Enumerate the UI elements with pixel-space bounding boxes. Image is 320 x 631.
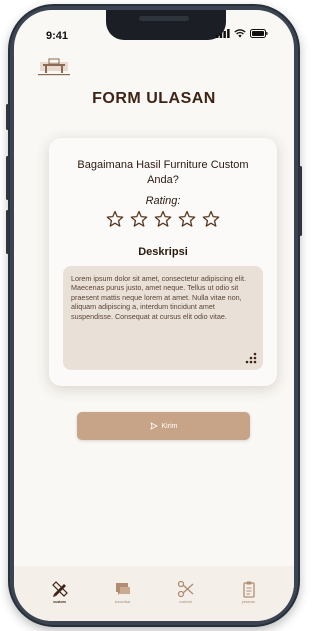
submit-label: Kirim [161,422,178,430]
review-question: Bagaimana Hasil Furniture Custom Anda? [77,159,249,186]
description-label: Deskripsi [138,246,188,258]
volume-down-button [6,210,9,254]
speaker-grille [139,16,189,21]
review-card: Bagaimana Hasil Furniture Custom Anda? R… [49,138,277,386]
tab-material[interactable]: material [166,580,206,604]
bottom-nav: custom konsultasi material pesanan [14,566,294,621]
power-button [299,166,302,236]
wifi-icon [234,29,246,38]
clipboard-icon [242,581,255,598]
status-time: 9:41 [46,30,69,42]
status-icons [216,29,268,38]
tab-label: konsultasi [114,600,131,604]
battery-icon [250,29,268,38]
tab-pesanan[interactable]: pesanan [229,580,269,604]
description-textarea[interactable]: Lorem ipsum dolor sit amet, consectetur … [63,266,263,370]
notch [106,10,226,40]
star-icon[interactable] [202,210,220,228]
rating-label: Rating: [145,195,181,207]
signal-icon [216,29,230,38]
chat-icon [115,583,130,595]
tab-label: custom [53,600,66,604]
mute-switch [6,104,9,130]
scissors-icon [177,580,193,598]
star-icon[interactable] [130,210,148,228]
tab-label: material [179,600,192,604]
pencil-ruler-icon [51,581,68,597]
submit-button[interactable]: Kirim [77,412,250,440]
star-rating [49,210,277,228]
description-text: Lorem ipsum dolor sit amet, consectetur … [71,274,246,321]
send-icon [149,422,158,430]
star-icon[interactable] [154,210,172,228]
page-title: FORM ULASAN [92,90,216,107]
furniture-logo-icon [38,58,70,76]
resize-handle-icon[interactable] [245,352,257,364]
tab-custom[interactable]: custom [40,580,80,604]
star-icon[interactable] [106,210,124,228]
tab-label: pesanan [241,600,256,604]
star-icon[interactable] [178,210,196,228]
tab-konsultasi[interactable]: konsultasi [103,580,143,604]
volume-up-button [6,156,9,200]
phone-screen: 9:41 FORM ULASAN Bagaimana Hasil Furnitu… [14,10,294,621]
